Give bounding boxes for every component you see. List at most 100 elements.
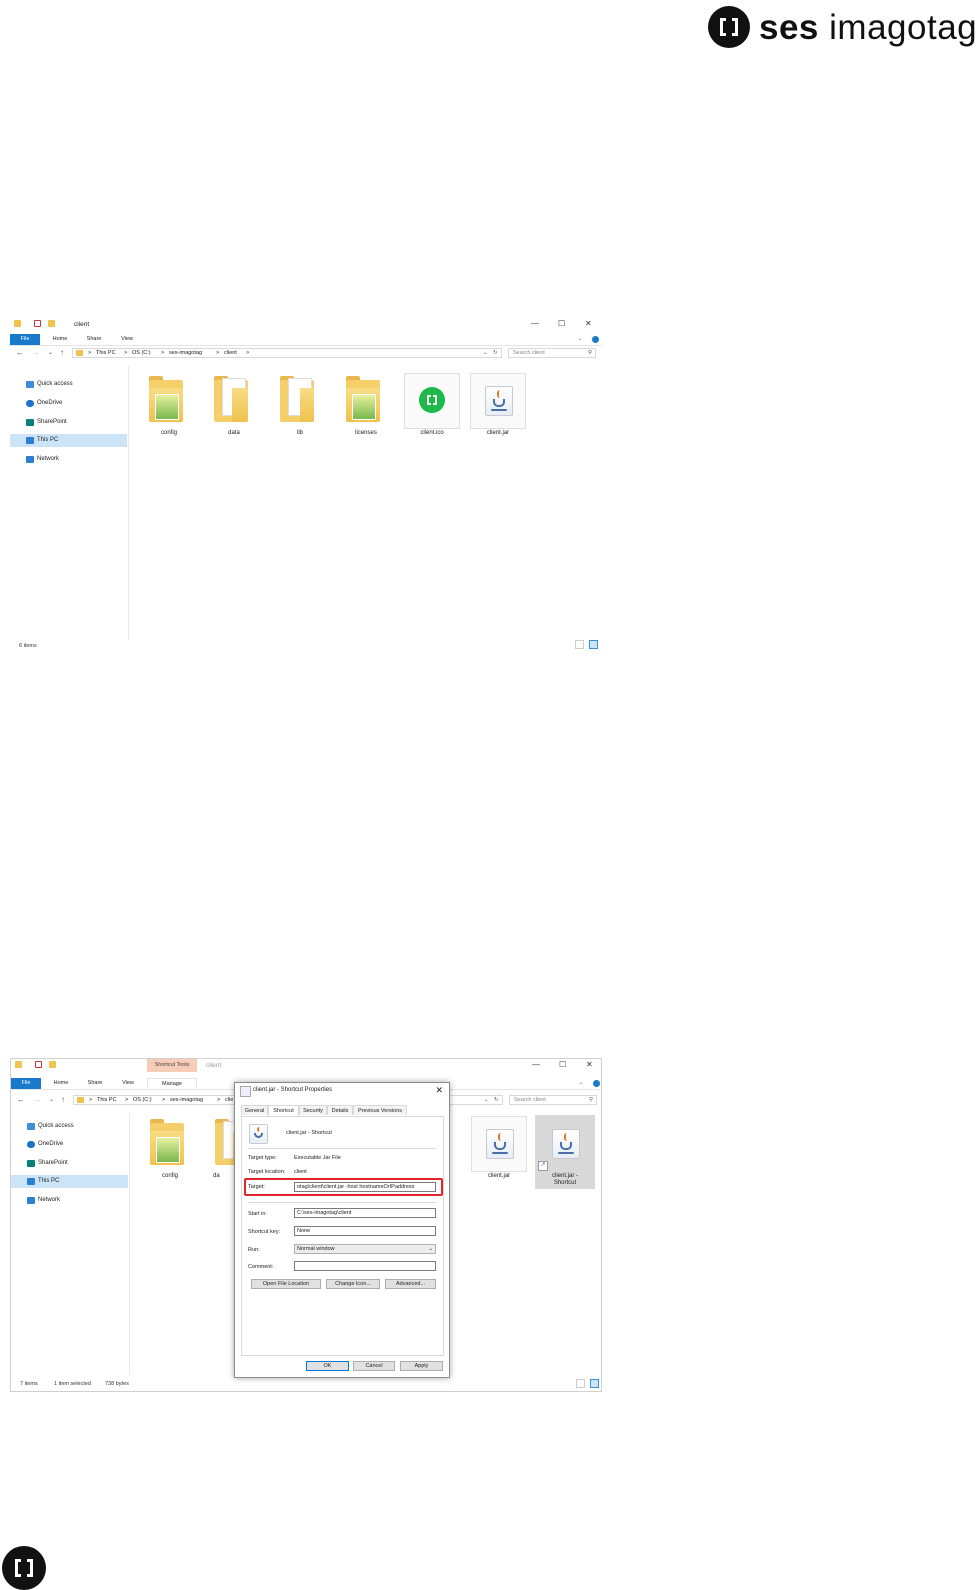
maximize-button[interactable]: ☐ [559,1060,566,1069]
shortcut-key-field[interactable]: None [294,1226,436,1236]
breadcrumb-ses-imagotag[interactable]: ses-imagotag [170,1096,203,1104]
advanced-button[interactable]: Advanced... [385,1279,436,1289]
window-title: client [74,321,90,328]
help-icon[interactable] [592,336,599,343]
tab-share[interactable]: Share [82,334,106,345]
folder-icon [14,320,21,327]
comment-field[interactable] [294,1261,436,1271]
properties-icon[interactable] [35,1061,42,1068]
search-input[interactable]: Search client ⚲ [508,348,596,358]
tab-shortcut[interactable]: Shortcut [268,1105,299,1116]
large-icons-view-icon[interactable] [589,640,598,649]
forward-arrow-icon[interactable]: → [33,1095,41,1105]
target-location-value: client [294,1169,307,1175]
folder-icon [346,376,380,422]
breadcrumb-ses-imagotag[interactable]: ses-imagotag [169,349,202,357]
breadcrumb-sep: > [217,1097,221,1103]
breadcrumb-sep: > [88,350,92,356]
up-arrow-icon[interactable]: ↑ [61,1095,65,1105]
open-file-location-button[interactable]: Open File Location [251,1279,321,1289]
minimize-button[interactable]: — [532,1060,540,1069]
folder-item-config[interactable]: config [142,1115,198,1185]
tab-file[interactable]: File [10,334,40,345]
tab-share[interactable]: Share [83,1078,107,1089]
help-icon[interactable] [593,1080,600,1087]
java-icon [486,1129,514,1159]
refresh-icon[interactable]: ↻ [494,1096,499,1104]
title-bar: Shortcut Tools client — ☐ ✕ [11,1059,601,1072]
dropdown-chevron-icon[interactable]: ⌄ [483,349,488,357]
navigation-pane: Quick access OneDrive SharePoint This PC… [10,366,129,640]
recent-chevron-icon[interactable]: ⌄ [49,1095,54,1105]
breadcrumb-this-pc[interactable]: This PC [96,349,116,357]
folder-item-config[interactable]: config [141,372,197,442]
properties-icon[interactable] [34,320,41,327]
breadcrumb-os[interactable]: OS (C:) [133,1096,152,1104]
sidebar-item-sharepoint[interactable]: SharePoint [11,1157,128,1170]
apply-button[interactable]: Apply [400,1361,443,1371]
close-icon[interactable]: ✕ [435,1085,443,1096]
recent-chevron-icon[interactable]: ⌄ [48,348,53,358]
tab-home[interactable]: Home [48,334,72,345]
tab-home[interactable]: Home [49,1078,73,1089]
sidebar-item-sharepoint[interactable]: SharePoint [10,416,127,429]
breadcrumb-os[interactable]: OS (C:) [132,349,151,357]
details-view-icon[interactable] [575,640,584,649]
folder-icon [76,350,83,356]
tab-file[interactable]: File [11,1078,41,1089]
start-in-field[interactable]: C:\ses-imagotag\client [294,1208,436,1218]
up-arrow-icon[interactable]: ↑ [60,348,64,358]
sidebar-item-network[interactable]: Network [10,453,127,466]
sidebar-item-this-pc[interactable]: This PC [11,1175,128,1188]
sidebar-item-network[interactable]: Network [11,1194,128,1207]
change-icon-button[interactable]: Change Icon... [326,1279,380,1289]
forward-arrow-icon[interactable]: → [32,348,40,358]
cancel-button[interactable]: Cancel [353,1361,395,1371]
folder-item-lib[interactable]: lib [272,372,328,442]
tab-previous-versions[interactable]: Previous Versions [353,1105,407,1115]
tab-view[interactable]: View [117,1078,139,1089]
sidebar-item-onedrive[interactable]: OneDrive [11,1138,128,1151]
tab-manage[interactable]: Manage [147,1078,197,1089]
ok-button[interactable]: OK [306,1361,349,1371]
close-button[interactable]: ✕ [586,1060,593,1069]
minimize-button[interactable]: — [531,319,539,328]
details-view-icon[interactable] [576,1379,585,1388]
tab-view[interactable]: View [116,334,138,345]
java-icon [249,1124,268,1144]
breadcrumb-sep: > [161,350,165,356]
expand-ribbon-chevron-icon[interactable]: ⌄ [577,1078,585,1089]
run-select[interactable]: Normal window ⌄ [294,1244,436,1254]
dropdown-chevron-icon[interactable]: ⌄ [484,1096,489,1104]
tab-details[interactable]: Details [327,1105,353,1115]
folder-item-data[interactable]: data [206,372,262,442]
file-item-client-jar-shortcut[interactable]: ↗ client.jar - Shortcut [535,1115,595,1189]
file-item-client-ico[interactable]: client.ico [404,372,460,442]
new-folder-icon[interactable] [49,1061,56,1068]
file-item-client-jar[interactable]: client.jar [470,372,526,442]
maximize-button[interactable]: ☐ [558,319,565,328]
new-folder-icon[interactable] [48,320,55,327]
sidebar-item-this-pc[interactable]: This PC [10,434,127,447]
address-bar[interactable]: > This PC > OS (C:) > ses-imagotag > cli… [72,348,502,358]
folder-item-licenses[interactable]: licenses [338,372,394,442]
explorer-window-1: client — ☐ ✕ File Home Share View ⌄ ← → … [10,318,602,656]
search-input[interactable]: Search client ⚲ [509,1095,597,1105]
file-item-client-jar[interactable]: client.jar [471,1115,527,1185]
sidebar-item-quick-access[interactable]: Quick access [10,378,127,391]
shortcut-panel: client.jar - Shortcut Target type: Execu… [241,1116,444,1356]
close-button[interactable]: ✕ [585,319,592,328]
refresh-icon[interactable]: ↻ [493,349,498,357]
breadcrumb-client[interactable]: client [224,349,237,357]
expand-ribbon-chevron-icon[interactable]: ⌄ [576,334,584,345]
sidebar-item-quick-access[interactable]: Quick access [11,1120,128,1133]
sidebar-item-onedrive[interactable]: OneDrive [10,397,127,410]
large-icons-view-icon[interactable] [590,1379,599,1388]
back-arrow-icon[interactable]: ← [17,1095,25,1105]
tab-security[interactable]: Security [299,1105,327,1115]
tab-general[interactable]: General [241,1105,268,1115]
target-field[interactable]: otag\client\client.jar -host hostnameOrI… [294,1182,436,1192]
back-arrow-icon[interactable]: ← [16,348,24,358]
breadcrumb-this-pc[interactable]: This PC [97,1096,117,1104]
breadcrumb-client[interactable]: clie [225,1096,233,1104]
